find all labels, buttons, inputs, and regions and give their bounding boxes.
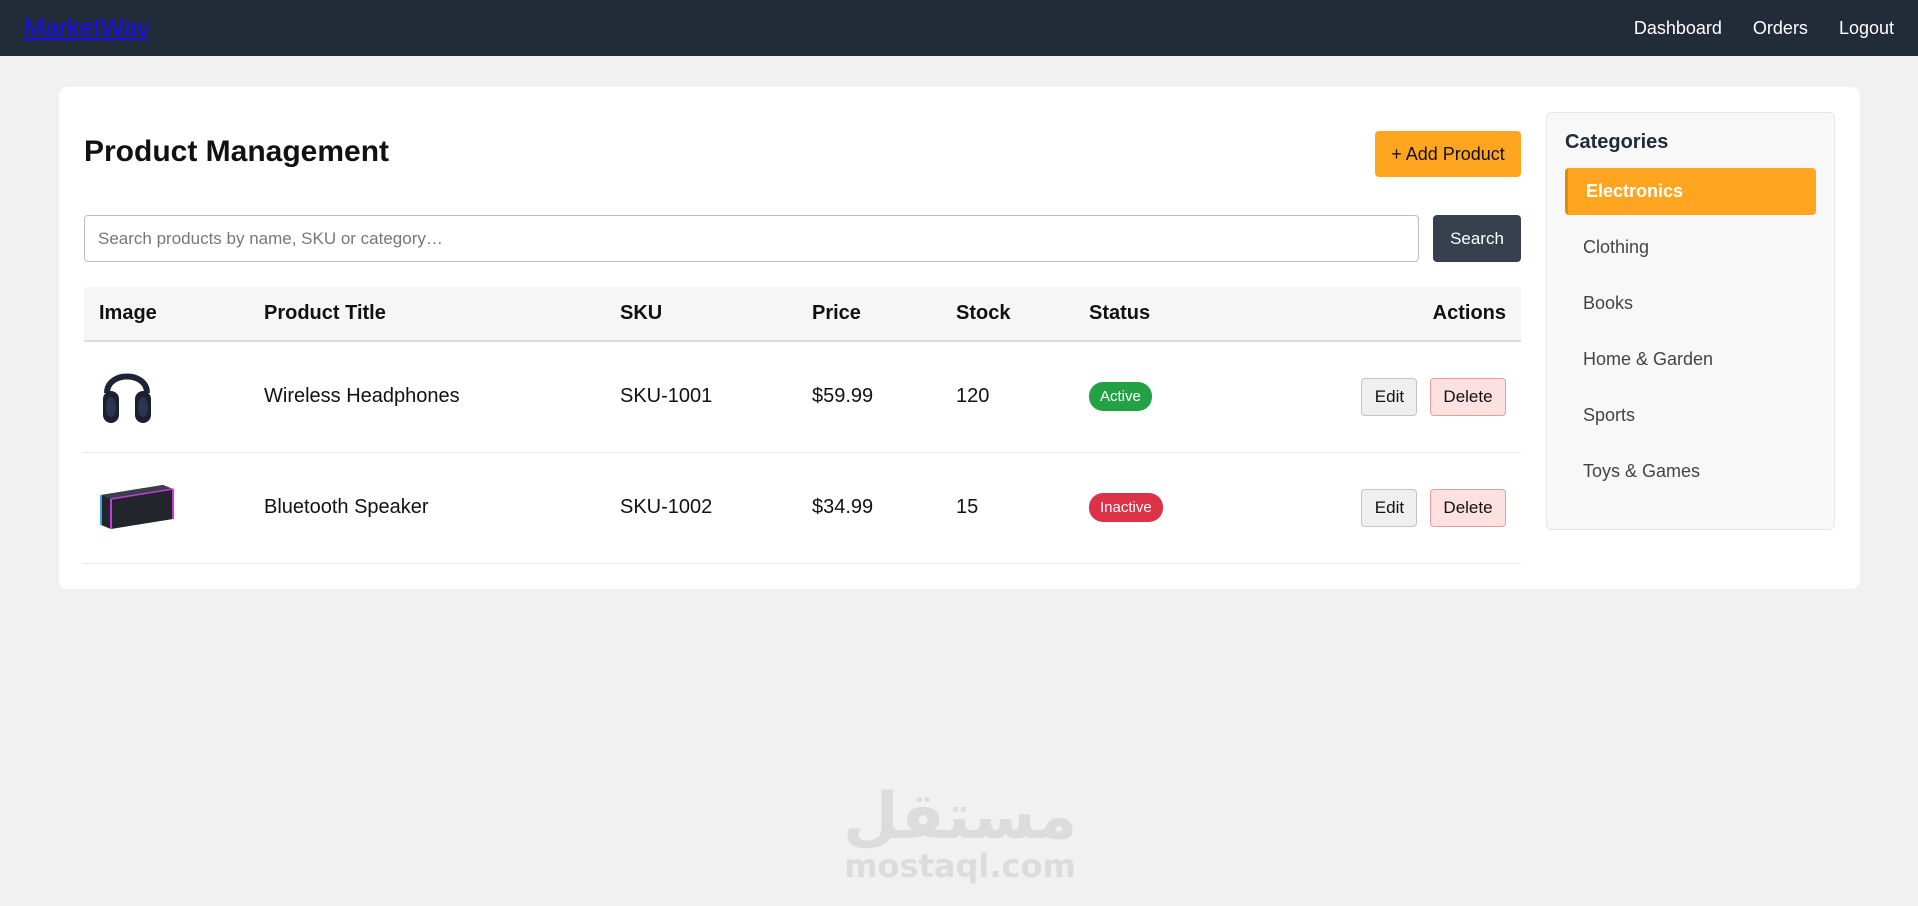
product-stock: 15 [956, 496, 979, 518]
header-stock: Stock [956, 302, 1011, 324]
product-panel: Product Management + Add Product Search … [84, 87, 1521, 563]
nav-dashboard-link[interactable]: Dashboard [1634, 18, 1722, 39]
category-books[interactable]: Books [1565, 280, 1816, 327]
table-row: Wireless Headphones SKU-1001 $59.99 120 … [84, 341, 1521, 452]
status-badge: Inactive [1089, 493, 1163, 522]
product-sku: SKU-1001 [620, 385, 713, 408]
page-title: Product Management [84, 135, 390, 168]
main-card: Product Management + Add Product Search … [59, 87, 1860, 589]
delete-button[interactable]: Delete [1430, 377, 1506, 416]
product-title: Bluetooth Speaker [264, 496, 429, 518]
nav-links: Dashboard Orders Logout [1634, 18, 1894, 39]
product-title: Wireless Headphones [264, 385, 460, 408]
headphones-image [99, 359, 155, 435]
header-sku: SKU [620, 302, 663, 324]
header-image: Image [99, 302, 157, 324]
brand-logo-link[interactable]: MarketWay [24, 14, 149, 43]
search-input[interactable] [84, 215, 1419, 262]
product-price: $34.99 [812, 496, 874, 518]
watermark-arabic: مستقل [843, 780, 1078, 854]
table-row: Bluetooth Speaker SKU-1002 $34.99 15 Ina… [84, 452, 1521, 563]
category-home-garden[interactable]: Home & Garden [1565, 336, 1816, 383]
category-sports[interactable]: Sports [1565, 392, 1816, 439]
header-price: Price [812, 302, 861, 324]
top-navbar: MarketWay Dashboard Orders Logout [0, 0, 1918, 56]
title-row: Product Management + Add Product [84, 87, 1521, 217]
speaker-image [99, 473, 175, 543]
products-table: Image Product Title SKU Price Stock Stat… [84, 287, 1521, 564]
nav-logout-link[interactable]: Logout [1839, 18, 1894, 39]
edit-button[interactable]: Edit [1361, 488, 1418, 527]
category-toys-games[interactable]: Toys & Games [1565, 448, 1816, 495]
header-actions: Actions [1432, 302, 1506, 324]
table-header-row: Image Product Title SKU Price Stock Stat… [84, 287, 1521, 341]
add-product-button[interactable]: + Add Product [1375, 131, 1521, 177]
nav-orders-link[interactable]: Orders [1753, 18, 1808, 39]
product-price: $59.99 [812, 385, 874, 408]
watermark-latin: mostaql.com [844, 847, 1076, 885]
categories-sidebar: Categories Electronics Clothing Books Ho… [1546, 112, 1835, 530]
header-status: Status [1089, 302, 1151, 324]
status-badge: Active [1089, 382, 1152, 412]
header-title: Product Title [264, 302, 386, 324]
edit-button[interactable]: Edit [1361, 377, 1418, 416]
search-row: Search [84, 215, 1521, 263]
product-stock: 120 [956, 385, 990, 408]
watermark: مستقل mostaql.com [843, 785, 1077, 883]
product-sku: SKU-1002 [620, 496, 713, 518]
categories-title: Categories [1565, 131, 1669, 153]
category-clothing[interactable]: Clothing [1565, 224, 1816, 271]
category-electronics[interactable]: Electronics [1565, 168, 1816, 215]
delete-button[interactable]: Delete [1430, 488, 1506, 527]
search-button[interactable]: Search [1433, 215, 1521, 262]
